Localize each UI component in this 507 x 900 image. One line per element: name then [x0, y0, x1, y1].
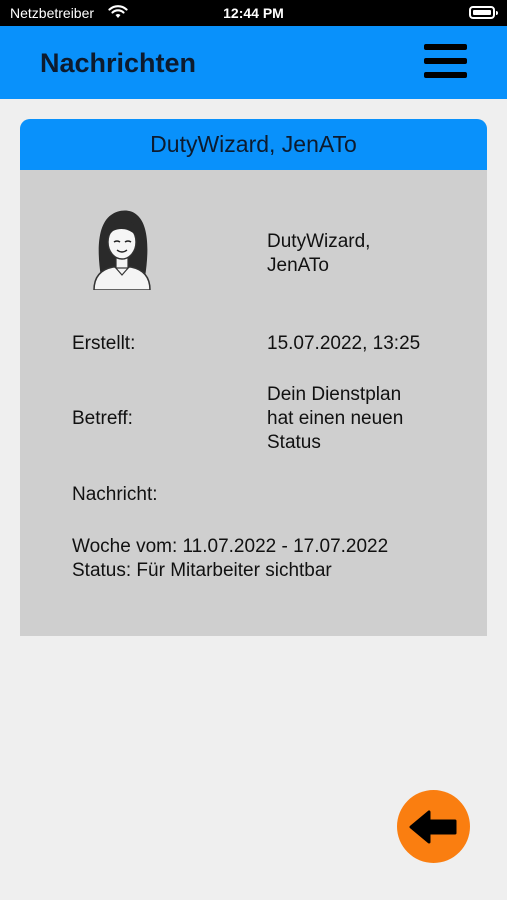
- message-body-line-2: Status: Für Mitarbeiter sichtbar: [72, 560, 332, 581]
- message-label: Nachricht:: [72, 484, 158, 505]
- battery-icon: [469, 6, 498, 19]
- created-label: Erstellt:: [72, 333, 136, 354]
- created-value: 15.07.2022, 13:25: [267, 333, 421, 354]
- menu-bar-bottom: [424, 72, 467, 78]
- hamburger-menu-icon[interactable]: [422, 42, 470, 82]
- subject-line-3: Status: [267, 432, 321, 453]
- subject-label: Betreff:: [72, 408, 133, 429]
- back-button[interactable]: [397, 790, 470, 863]
- subject-line-1: Dein Dienstplan: [267, 384, 402, 405]
- avatar-icon: [93, 210, 151, 290]
- app-header: Nachrichten: [0, 26, 507, 99]
- sender-name-line-2: JenATo: [267, 255, 329, 276]
- page-title: Nachrichten: [40, 48, 197, 78]
- status-time: 12:44 PM: [223, 5, 284, 21]
- sender-name-line-1: DutyWizard,: [267, 231, 371, 252]
- status-bar: Netzbetreiber 12:44 PM: [0, 0, 507, 26]
- arrow-left-icon: [409, 810, 457, 844]
- subject-line-2: hat einen neuen: [267, 408, 404, 429]
- message-card: DutyWizard, JenATo DutyWizard, JenATo Er…: [20, 119, 487, 636]
- message-body-line-1: Woche vom: 11.07.2022 - 17.07.2022: [72, 536, 389, 557]
- menu-bar-top: [424, 44, 467, 50]
- menu-bar-middle: [424, 58, 467, 64]
- message-card-title: DutyWizard, JenATo: [20, 119, 487, 170]
